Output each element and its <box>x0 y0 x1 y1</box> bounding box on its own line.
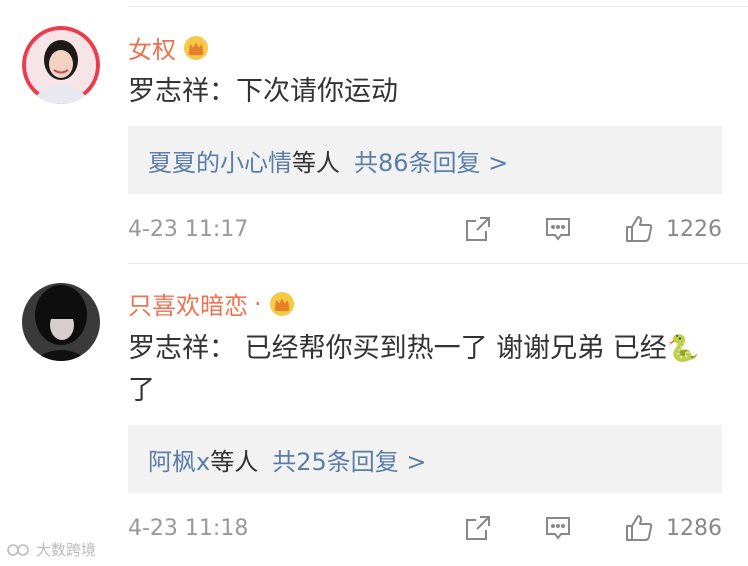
username-row: 女权 <box>128 30 210 65</box>
snake-emoji: 🐍 <box>666 334 700 364</box>
share-icon[interactable] <box>464 215 492 243</box>
watermark: 大数跨境 <box>6 539 96 560</box>
comment-text: 罗志祥： 已经帮你买到热一了 谢谢兄弟 已经🐍了 <box>128 333 700 406</box>
comment-meta: 4-23 11:18 1286 <box>128 513 722 543</box>
timestamp: 4-23 11:18 <box>128 515 249 541</box>
comment-icon[interactable] <box>544 215 572 243</box>
like-icon[interactable] <box>624 214 654 244</box>
username[interactable]: 只喜欢暗恋 <box>128 286 248 321</box>
like-count: 1226 <box>666 216 722 242</box>
comment-actions: 1286 <box>412 513 722 543</box>
avatar[interactable] <box>22 26 100 104</box>
comment-icon[interactable] <box>544 514 572 542</box>
comment-actions: 1226 <box>412 214 722 244</box>
crown-badge-icon <box>182 35 210 61</box>
watermark-logo-icon <box>6 542 32 558</box>
top-divider <box>128 6 748 7</box>
crown-badge-icon <box>268 291 296 317</box>
reply-suffix: 等人 <box>210 447 259 476</box>
reply-users[interactable]: 夏夏的小心情 <box>148 143 292 178</box>
username-row: 只喜欢暗恋 · <box>128 286 296 321</box>
comment-meta: 4-23 11:17 1226 <box>128 214 722 244</box>
avatar[interactable] <box>22 283 100 361</box>
comment-text: 罗志祥：下次请你运动 <box>128 76 398 107</box>
like-icon[interactable] <box>624 513 654 543</box>
reply-total[interactable]: 共25条回复 > <box>272 442 426 477</box>
replies-link[interactable]: 阿枫x 等人 共25条回复 > <box>128 425 722 493</box>
comment-divider <box>128 263 748 264</box>
replies-link[interactable]: 夏夏的小心情 等人 共86条回复 > <box>128 126 722 194</box>
like-count: 1286 <box>666 515 722 541</box>
share-icon[interactable] <box>464 514 492 542</box>
name-dot: · <box>254 289 262 318</box>
reply-total[interactable]: 共86条回复 > <box>354 143 508 178</box>
reply-users[interactable]: 阿枫x <box>148 442 210 477</box>
watermark-text: 大数跨境 <box>36 541 97 559</box>
username[interactable]: 女权 <box>128 30 176 65</box>
reply-suffix: 等人 <box>292 148 340 177</box>
timestamp: 4-23 11:17 <box>128 216 249 242</box>
